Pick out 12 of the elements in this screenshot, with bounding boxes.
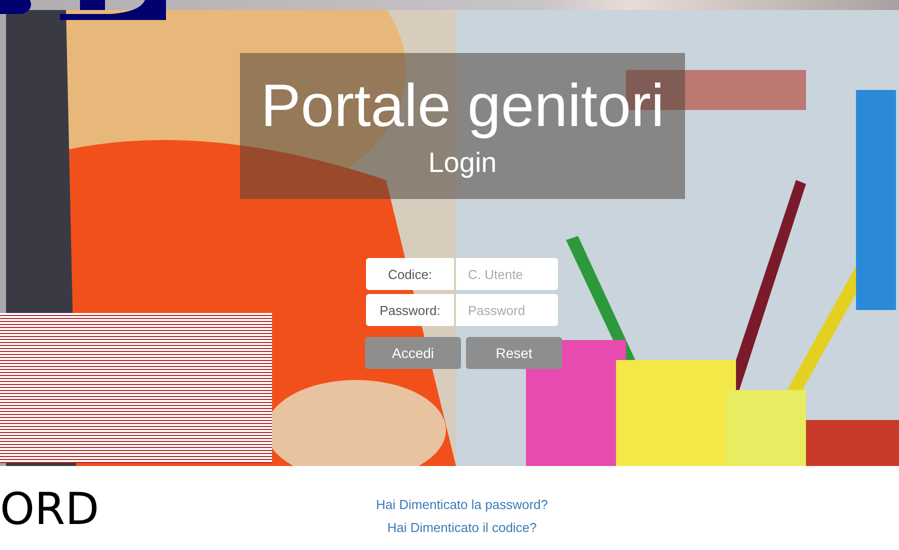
input-field[interactable]: Password — [456, 294, 558, 326]
login-button[interactable]: Accedi — [365, 337, 461, 369]
field-label: Codice: — [366, 258, 454, 290]
input-field[interactable]: C. Utente — [456, 258, 558, 290]
forgot-link[interactable]: Hai Dimenticato il codice? — [387, 520, 537, 535]
logo-icon — [0, 0, 166, 20]
field-label: Password: — [366, 294, 454, 326]
forgot-link[interactable]: Hai Dimenticato la password? — [376, 497, 548, 512]
login-subtitle: Login — [428, 147, 497, 179]
portal-title: Portale genitori — [260, 73, 664, 139]
reset-button[interactable]: Reset — [466, 337, 562, 369]
side-text: ORD — [0, 484, 100, 535]
